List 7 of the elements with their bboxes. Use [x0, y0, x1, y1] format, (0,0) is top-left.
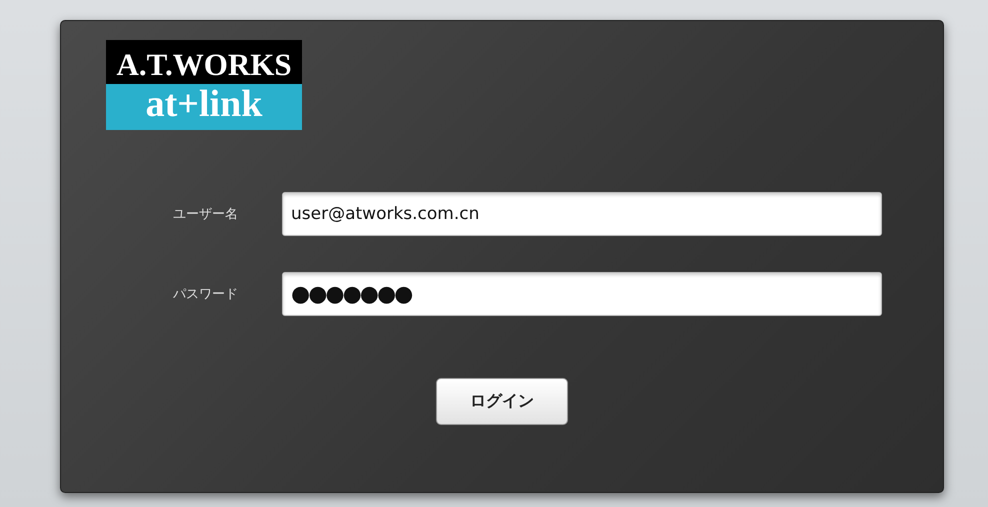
field-label: パスワード — [172, 286, 238, 303]
logo-text: A.T.WORKS — [106, 40, 302, 84]
logo-text: at+link — [106, 84, 302, 130]
password-field[interactable]: ●●●●●●● — [282, 272, 882, 316]
field-label: ユーザー名 — [172, 206, 238, 223]
login-button[interactable]: ログイン — [436, 378, 568, 425]
username-field[interactable]: user@atworks.com.cn — [282, 192, 882, 236]
